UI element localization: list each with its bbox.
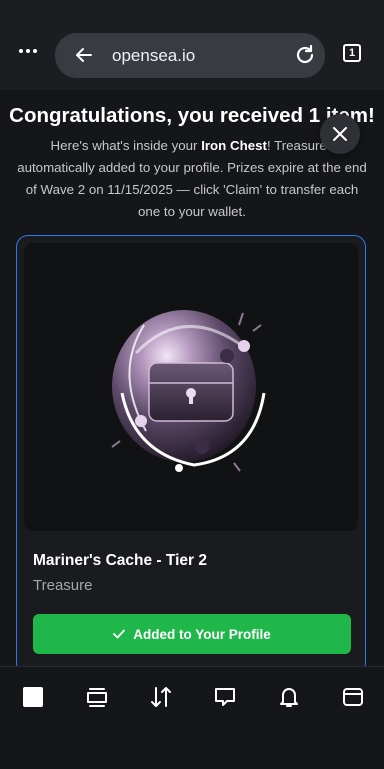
home-icon — [23, 687, 43, 707]
item-image — [24, 243, 358, 531]
reload-icon[interactable] — [294, 44, 316, 66]
swap-icon — [151, 687, 171, 707]
more-options-icon[interactable] — [19, 44, 43, 58]
nav-wallet[interactable] — [339, 683, 367, 711]
chat-icon — [215, 688, 235, 706]
address-bar[interactable]: opensea.io — [55, 33, 325, 78]
chest-name: Iron Chest — [201, 138, 267, 153]
nav-notifications[interactable] — [275, 683, 303, 711]
modal-description: Here's what's inside your Iron Chest! Tr… — [14, 135, 370, 223]
added-to-profile-label: Added to Your Profile — [133, 626, 271, 642]
checkmark-icon — [113, 629, 126, 639]
added-to-profile-button[interactable]: Added to Your Profile — [33, 614, 351, 654]
nav-swap[interactable] — [147, 683, 175, 711]
item-type: Treasure — [33, 577, 93, 594]
nav-cards[interactable] — [83, 683, 111, 711]
wallet-icon — [343, 688, 363, 706]
cards-icon — [87, 688, 107, 707]
nav-chat[interactable] — [211, 683, 239, 711]
item-card: Mariner's Cache - Tier 2 Treasure Added … — [16, 235, 366, 675]
back-arrow-icon[interactable] — [75, 46, 93, 64]
treasure-orb-image — [111, 310, 266, 472]
item-name: Mariner's Cache - Tier 2 — [33, 552, 207, 569]
description-prefix: Here's what's inside your — [50, 138, 202, 153]
url-text: opensea.io — [112, 46, 196, 65]
close-button[interactable] — [320, 114, 360, 154]
tab-count-icon[interactable]: 1 — [343, 44, 361, 62]
nav-home[interactable] — [19, 683, 47, 711]
bell-icon — [280, 688, 298, 707]
bottom-navigation — [0, 666, 384, 769]
close-icon — [333, 127, 347, 141]
browser-toolbar: opensea.io 1 — [0, 0, 384, 90]
